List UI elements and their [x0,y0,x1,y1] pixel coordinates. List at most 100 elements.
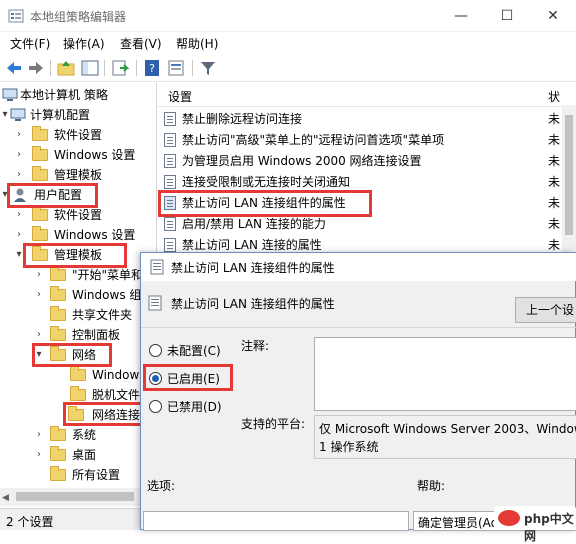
policy-tree: 本地计算机 策略 ▾ 计算机配置 › 软件设置 › Windows 设置 › 管… [0,83,157,509]
folder-icon [50,306,66,321]
policy-icon [164,217,176,231]
tree-label: 计算机配置 [30,108,91,122]
policy-state: 未 [548,238,561,252]
highlight-box [23,243,127,268]
dialog-title: 禁止访问 LAN 连接组件的属性 [171,261,335,275]
previous-setting-button[interactable]: 上一个设 [515,297,576,323]
chevron-right-icon[interactable]: › [14,165,24,185]
scrollbar-thumb[interactable] [16,492,134,501]
chevron-right-icon[interactable]: › [34,285,44,305]
watermark: php中文网 [494,506,576,543]
list-header: 设置 状 [158,83,576,107]
close-button[interactable]: ✕ [530,0,576,32]
tree-label: Windows 设置 [54,228,136,242]
scrollbar-thumb[interactable] [565,115,573,235]
menu-view[interactable]: 查看(V) [120,35,162,52]
folder-icon [50,466,66,481]
tree-label: 管理模板 [54,168,103,182]
help-icon[interactable]: ? [142,58,162,78]
highlight-box [32,343,112,367]
chevron-right-icon[interactable]: › [34,265,44,285]
chevron-down-icon[interactable]: ▾ [0,105,10,125]
highlight-box [7,183,98,208]
comment-label: 注释: [241,339,270,353]
policy-icon [164,154,176,168]
minimize-button[interactable]: — [438,0,484,32]
supported-on-label: 支持的平台: [241,417,306,431]
divider [141,327,576,328]
folder-icon [32,126,48,141]
folder-icon [32,146,48,161]
policy-name: 连接受限制或无连接时关闭通知 [182,175,351,189]
toolbar-separator [50,60,51,76]
column-header-state[interactable]: 状 [548,88,560,105]
tree-label: Windows 设置 [54,148,136,162]
chevron-right-icon[interactable]: › [14,205,24,225]
computer-icon [10,108,26,121]
radio-disabled[interactable] [149,400,162,413]
column-header-setting[interactable]: 设置 [168,88,192,105]
folder-icon [70,366,86,381]
comment-textarea[interactable] [314,337,576,411]
settings-list: 设置 状 禁止删除远程访问连接 未 禁止访问"高级"菜单上的"远程访问首选项"菜… [158,83,576,253]
scroll-left-icon[interactable]: ◀ [2,493,9,503]
chevron-right-icon[interactable]: › [34,325,44,345]
dialog-heading: 禁止访问 LAN 连接组件的属性 [171,297,335,311]
window-title: 本地组策略编辑器 [30,10,127,24]
policy-state: 未 [548,217,561,231]
radio-label: 未配置(C) [167,344,221,358]
tree-label: 所有设置 [72,468,121,482]
horizontal-scrollbar[interactable]: ◀ ▶ [0,488,157,506]
chevron-right-icon[interactable]: › [34,445,44,465]
policy-icon [164,238,176,252]
computer-icon [2,88,18,101]
policy-name: 禁止访问"高级"菜单上的"远程访问首选项"菜单项 [182,133,445,147]
vertical-scrollbar[interactable] [562,105,576,255]
back-arrow-icon[interactable] [4,58,24,78]
folder-icon [50,446,66,461]
policy-state: 未 [548,154,561,168]
tree-label: 软件设置 [54,208,103,222]
policy-icon [148,295,162,311]
up-folder-icon[interactable] [56,58,76,78]
policy-name: 为管理员启用 Windows 2000 网络连接设置 [182,154,422,168]
chevron-right-icon[interactable]: › [34,425,44,445]
tree-label: 本地计算机 策略 [20,88,108,102]
export-list-icon[interactable] [110,58,130,78]
policy-name: 禁止访问 LAN 连接的属性 [182,238,322,252]
menu-action[interactable]: 操作(A) [63,35,105,52]
help-label: 帮助: [417,479,446,493]
menu-help[interactable]: 帮助(H) [176,35,218,52]
radio-not-configured[interactable] [149,344,162,357]
radio-label: 已禁用(D) [167,400,222,414]
folder-icon [50,426,66,441]
folder-icon [50,266,66,281]
forward-arrow-icon[interactable] [26,58,46,78]
filter-icon[interactable] [198,58,218,78]
tree-label: 系统 [72,428,97,442]
dialog-title-bar: 禁止访问 LAN 连接组件的属性 [141,253,576,281]
toolbar: ? [0,54,576,82]
tree-label: Windows 组 [72,288,142,302]
tree-label: 共享文件夹 [72,308,133,322]
properties-icon[interactable] [166,58,186,78]
policy-state: 未 [548,175,561,189]
policy-name: 启用/禁用 LAN 连接的能力 [182,217,326,231]
chevron-right-icon[interactable]: › [14,125,24,145]
status-text: 2 个设置 [6,515,54,529]
folder-icon [70,386,86,401]
maximize-button[interactable]: ☐ [484,0,530,32]
supported-on-text: 1 操作系统 [319,440,379,454]
highlight-box [63,402,143,426]
supported-on-box: 仅 Microsoft Windows Server 2003、Window 1… [314,415,576,459]
tree-label: Window [92,368,140,382]
show-hide-tree-icon[interactable] [80,58,100,78]
chevron-right-icon[interactable]: › [14,225,24,245]
title-bar: 本地组策略编辑器 — ☐ ✕ [0,0,576,32]
folder-icon [50,326,66,341]
menu-file[interactable]: 文件(F) [10,35,50,52]
policy-icon [164,133,176,147]
tree-label: 软件设置 [54,128,103,142]
tree-label: 控制面板 [72,328,121,342]
chevron-right-icon[interactable]: › [14,145,24,165]
